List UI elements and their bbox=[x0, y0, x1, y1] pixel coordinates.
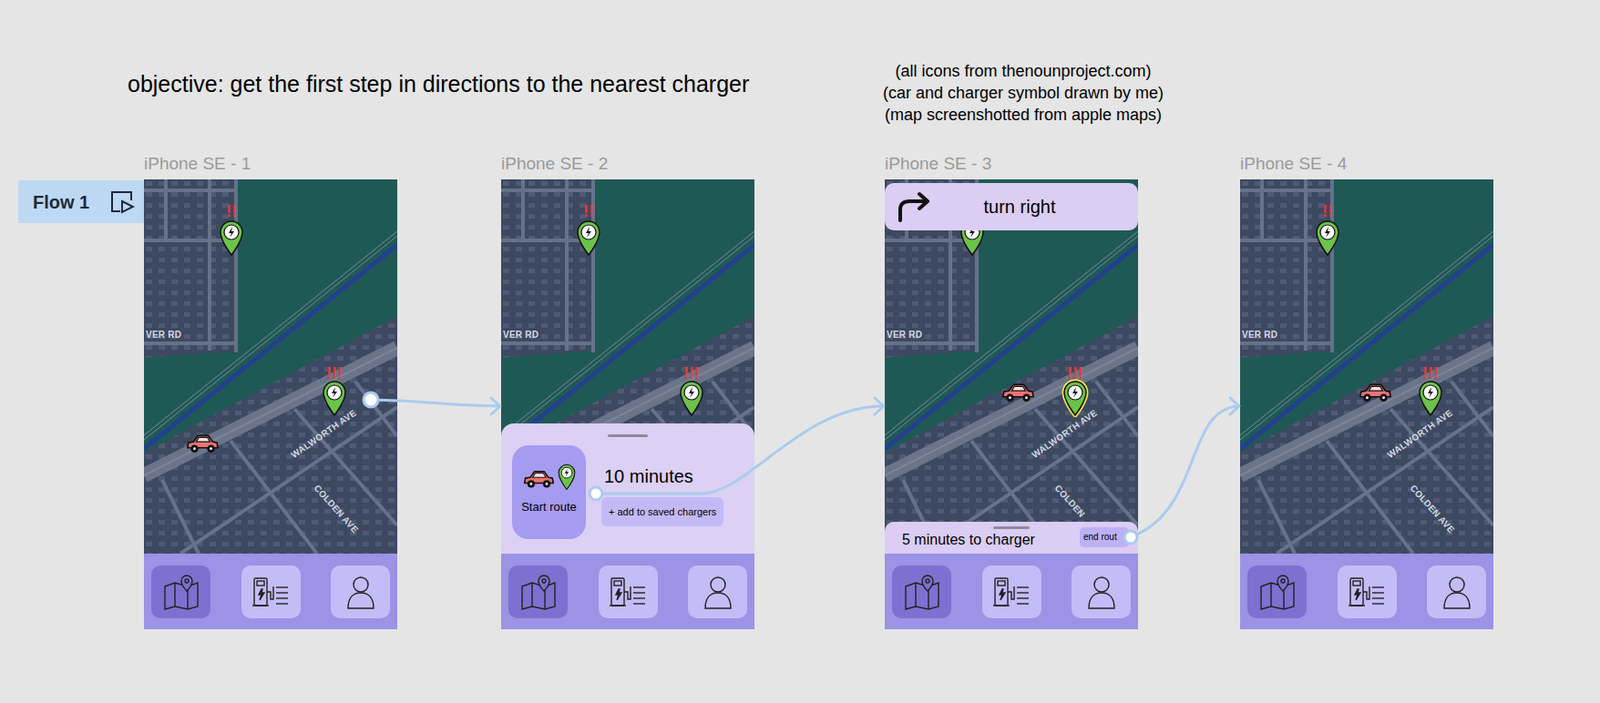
map-icon bbox=[162, 574, 201, 611]
bottom-nav bbox=[501, 553, 755, 630]
street-label: VER RD bbox=[145, 330, 182, 340]
direction-banner: turn right bbox=[884, 183, 1139, 231]
car-marker bbox=[1357, 379, 1393, 406]
charger-pin-icon bbox=[320, 379, 349, 418]
charger-pin-icon bbox=[1313, 218, 1342, 257]
phone-frame: VER RD!!!!! Start route 10 minutes + add to… bbox=[501, 179, 755, 630]
route-icons bbox=[522, 461, 577, 492]
save-charger-button[interactable]: + add to saved chargers bbox=[601, 497, 724, 527]
bottom-nav bbox=[1240, 553, 1494, 630]
charger-pin[interactable] bbox=[1061, 379, 1089, 418]
charger-pin-icon bbox=[1061, 379, 1089, 418]
bottom-nav bbox=[143, 553, 398, 630]
map-icon bbox=[1258, 574, 1297, 611]
charger-badge: !!! bbox=[326, 364, 343, 383]
charger-pin[interactable] bbox=[1313, 218, 1342, 257]
turn-right-arrow-icon bbox=[895, 191, 933, 223]
map-tab[interactable] bbox=[508, 565, 568, 619]
charger-list-icon bbox=[1346, 574, 1387, 611]
car-icon bbox=[1357, 379, 1393, 406]
profile-tab[interactable] bbox=[687, 565, 748, 619]
profile-icon bbox=[1440, 574, 1474, 611]
end-route-button[interactable]: end rout bbox=[1079, 527, 1129, 548]
car-icon bbox=[522, 467, 555, 492]
flow-start-badge[interactable]: Flow 1 bbox=[18, 180, 144, 224]
frame-title: iPhone SE - 1 bbox=[143, 153, 251, 175]
route-status-bar: 5 minutes to charger end rout bbox=[884, 522, 1139, 554]
charger-pin[interactable] bbox=[574, 218, 603, 257]
credits: (all icons from thenounproject.com)(car … bbox=[822, 60, 1224, 126]
map-tab[interactable] bbox=[892, 565, 952, 619]
eta-text: 5 minutes to charger bbox=[902, 531, 1036, 550]
charger-pin[interactable] bbox=[320, 379, 349, 418]
charger-pin[interactable] bbox=[677, 379, 706, 418]
drag-handle[interactable] bbox=[993, 526, 1030, 530]
car-marker bbox=[184, 430, 220, 457]
play-frame-icon bbox=[109, 189, 135, 216]
start-route-button[interactable]: Start route bbox=[512, 445, 586, 540]
drag-handle[interactable] bbox=[607, 434, 648, 438]
profile-tab[interactable] bbox=[1426, 565, 1487, 619]
frame-title: iPhone SE - 2 bbox=[501, 153, 608, 175]
credit-line: (all icons from thenounproject.com) bbox=[894, 60, 1151, 83]
street-label: VER RD bbox=[502, 330, 539, 340]
charger-pin[interactable] bbox=[217, 218, 246, 257]
credit-line: (car and charger symbol drawn by me) bbox=[882, 82, 1164, 104]
charger-badge: !! bbox=[583, 202, 595, 221]
map[interactable] bbox=[143, 179, 398, 554]
profile-icon bbox=[701, 574, 735, 611]
charger-pin-icon bbox=[1416, 379, 1445, 418]
prototype-connections bbox=[0, 0, 1600, 703]
charger-pin-icon bbox=[574, 218, 603, 257]
car-marker bbox=[1000, 379, 1036, 406]
charger-pin[interactable] bbox=[1416, 379, 1445, 418]
charger-pin-icon bbox=[677, 379, 706, 418]
chargers-tab[interactable] bbox=[241, 565, 301, 619]
frame-title: iPhone SE - 3 bbox=[884, 153, 992, 175]
chargers-tab[interactable] bbox=[598, 565, 658, 619]
flow-label: Flow 1 bbox=[32, 190, 90, 215]
car-icon bbox=[1000, 379, 1036, 406]
map-tab[interactable] bbox=[151, 565, 211, 619]
bottom-nav bbox=[884, 553, 1139, 630]
objective-text: objective: get the first step in directi… bbox=[127, 69, 749, 99]
profile-tab[interactable] bbox=[330, 565, 390, 619]
start-route-label: Start route bbox=[521, 500, 577, 515]
direction-text: turn right bbox=[932, 194, 1139, 219]
route-duration: 10 minutes bbox=[604, 463, 694, 490]
chargers-tab[interactable] bbox=[982, 565, 1042, 619]
profile-tab[interactable] bbox=[1071, 565, 1131, 619]
frame-title: iPhone SE - 4 bbox=[1240, 153, 1347, 175]
charger-icon bbox=[556, 462, 577, 492]
charger-badge: !! bbox=[1322, 202, 1334, 221]
street-label: VER RD bbox=[886, 330, 923, 340]
phone-frame: VER RDWALWORTH AVECOLDEN AVE!!!!! bbox=[143, 179, 398, 630]
phone-frame: VER RDWALWORTH AVECOLDEN!!!turn right5 m… bbox=[884, 179, 1139, 630]
map-icon bbox=[519, 574, 558, 611]
route-sheet: Start route 10 minutes + add to saved char… bbox=[501, 423, 755, 554]
charger-badge: !!! bbox=[683, 364, 700, 383]
prototype-canvas: objective: get the first step in directi… bbox=[0, 0, 1600, 703]
map[interactable] bbox=[1240, 179, 1494, 554]
map-tab[interactable] bbox=[1247, 565, 1307, 619]
profile-icon bbox=[344, 574, 378, 611]
street-label: VER RD bbox=[1241, 330, 1278, 340]
chargers-tab[interactable] bbox=[1337, 565, 1397, 619]
charger-badge: !!! bbox=[1422, 364, 1439, 383]
map[interactable] bbox=[884, 179, 1139, 554]
map-icon bbox=[902, 574, 942, 611]
charger-badge: !! bbox=[225, 202, 237, 221]
charger-list-icon bbox=[991, 574, 1032, 611]
charger-pin-icon bbox=[217, 218, 246, 257]
profile-icon bbox=[1085, 574, 1118, 611]
car-icon bbox=[184, 430, 220, 457]
charger-list-icon bbox=[607, 574, 648, 611]
charger-list-icon bbox=[250, 574, 291, 611]
phone-frame: VER RDWALWORTH AVECOLDEN AVE!!!!! bbox=[1240, 179, 1494, 630]
credit-line: (map screenshotted from apple maps) bbox=[884, 103, 1162, 126]
